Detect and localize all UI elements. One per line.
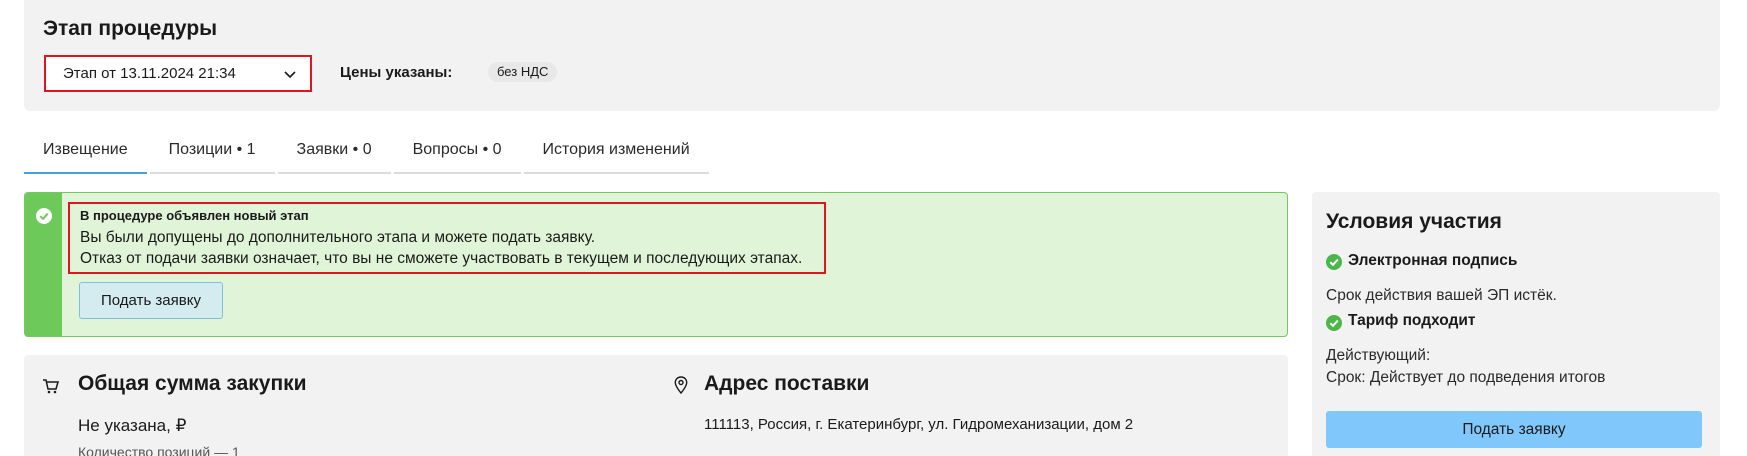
location-pin-icon [674, 376, 688, 394]
summary-title: Общая сумма закупки [78, 372, 307, 395]
stage-select-value: Этап от 13.11.2024 21:34 [63, 65, 236, 82]
tab-notice[interactable]: Извещение [24, 134, 147, 174]
tab-positions[interactable]: Позиции • 1 [149, 134, 275, 174]
notice-text-line2: Отказ от подачи заявки означает, что вы … [80, 250, 803, 267]
new-stage-notice: В процедуре объявлен новый этап Вы были … [24, 192, 1288, 337]
tab-history[interactable]: История изменений [523, 134, 709, 174]
summary-count: Количество позиций — 1 [78, 444, 240, 456]
notice-title: В процедуре объявлен новый этап [80, 208, 309, 223]
cart-icon [43, 379, 59, 394]
conditions-title: Условия участия [1326, 210, 1502, 233]
stage-title: Этап процедуры [43, 17, 218, 40]
participation-conditions-card: Условия участия Электронная подпись Срок… [1312, 192, 1720, 456]
tariff-text-1: Действующий: [1326, 347, 1431, 364]
summary-card: Общая сумма закупки Не указана, ₽ Количе… [24, 355, 1288, 456]
prices-label: Цены указаны: [340, 64, 453, 81]
check-circle-icon [36, 208, 52, 224]
tariff-heading: Тариф подходит [1348, 312, 1476, 329]
tariff-text-2: Срок: Действует до подведения итогов [1326, 369, 1606, 386]
tabs-bar: Извещение Позиции • 1 Заявки • 0 Вопросы… [24, 134, 712, 174]
check-circle-icon [1326, 254, 1342, 270]
tab-questions[interactable]: Вопросы • 0 [393, 134, 521, 174]
address-value: 111113, Россия, г. Екатеринбург, ул. Гид… [704, 416, 1134, 433]
chevron-down-icon [284, 71, 296, 79]
stage-select-dropdown[interactable]: Этап от 13.11.2024 21:34 [44, 55, 312, 92]
tab-applications[interactable]: Заявки • 0 [277, 134, 391, 174]
signature-text: Срок действия вашей ЭП истёк. [1326, 287, 1557, 304]
notice-submit-button[interactable]: Подать заявку [79, 282, 223, 319]
summary-value: Не указана, ₽ [78, 416, 187, 435]
check-circle-icon [1326, 315, 1342, 331]
signature-heading: Электронная подпись [1348, 252, 1518, 269]
notice-text-line1: Вы были допущены до дополнительного этап… [80, 229, 596, 246]
vat-badge: без НДС [488, 62, 558, 82]
conditions-submit-button[interactable]: Подать заявку [1326, 411, 1702, 448]
address-title: Адрес поставки [704, 372, 870, 395]
stage-panel: Этап процедуры Этап от 13.11.2024 21:34 … [24, 0, 1720, 111]
